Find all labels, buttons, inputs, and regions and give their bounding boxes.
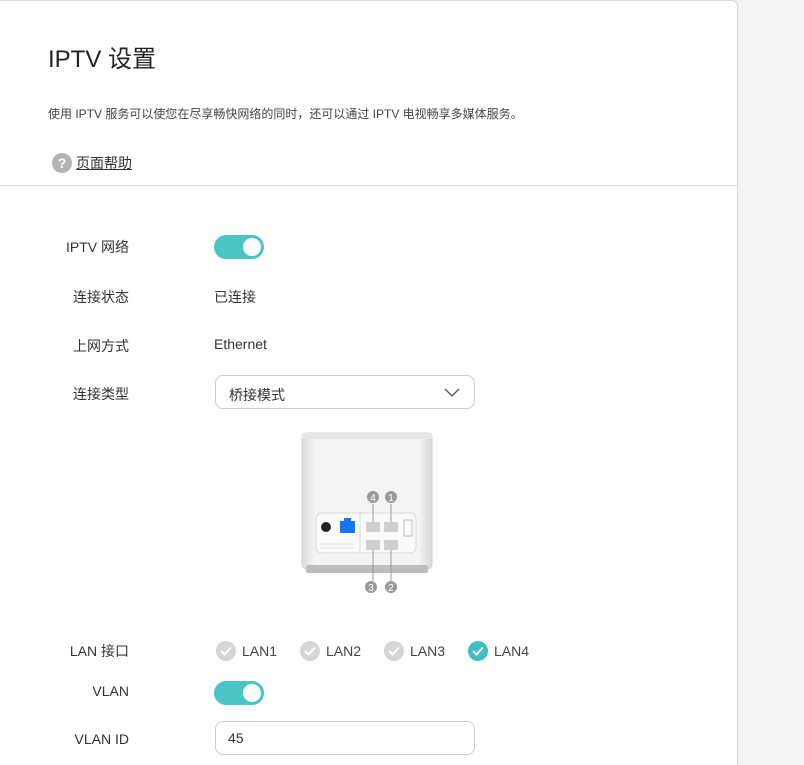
connection-type-select[interactable]: 桥接模式 [215,375,475,409]
iptv-network-toggle[interactable] [214,235,264,259]
header-divider [0,185,738,186]
vlan-id-input[interactable] [215,721,475,755]
wan-mode-label: 上网方式 [73,338,129,354]
lan1-option[interactable]: LAN1 [216,641,277,661]
lan3-option[interactable]: LAN3 [384,641,445,661]
wan-mode-value: Ethernet [214,336,267,352]
toggle-knob [243,684,261,702]
vlan-label: VLAN [92,683,129,699]
lan4-option[interactable]: LAN4 [468,641,529,661]
vlan-id-label: VLAN ID [74,731,129,747]
question-icon: ? [52,153,72,173]
svg-text:3: 3 [368,583,374,594]
lan2-label: LAN2 [326,643,362,659]
svg-text:1: 1 [388,493,394,504]
page-title: IPTV 设置 [48,46,157,73]
connection-type-selected: 桥接模式 [229,387,285,403]
page-help-label: 页面帮助 [76,155,132,171]
iptv-settings-panel: IPTV 设置 使用 IPTV 服务可以使您在尽享畅快网络的同时，还可以通过 I… [0,0,738,765]
lan2-option[interactable]: LAN2 [300,641,361,661]
check-icon [468,641,488,661]
lan1-label: LAN1 [242,643,278,659]
toggle-knob [243,238,261,256]
check-icon [384,641,404,661]
connection-type-label: 连接类型 [73,386,129,402]
svg-text:2: 2 [388,583,394,594]
lan-port-label: LAN 接口 [69,643,129,659]
connection-status-value: 已连接 [214,289,256,305]
connection-status-label: 连接状态 [73,289,129,305]
page-help-link[interactable]: ? 页面帮助 [52,153,132,173]
chevron-down-icon [444,388,460,397]
lan4-label: LAN4 [494,643,530,659]
page-description: 使用 IPTV 服务可以使您在尽享畅快网络的同时，还可以通过 IPTV 电视畅享… [48,107,523,121]
check-icon [216,641,236,661]
svg-text:4: 4 [370,493,376,504]
router-port-diagram: 4 1 3 2 [301,432,433,594]
iptv-network-label: IPTV 网络 [65,239,129,255]
lan3-label: LAN3 [410,643,446,659]
check-icon [300,641,320,661]
vlan-toggle[interactable] [214,681,264,705]
